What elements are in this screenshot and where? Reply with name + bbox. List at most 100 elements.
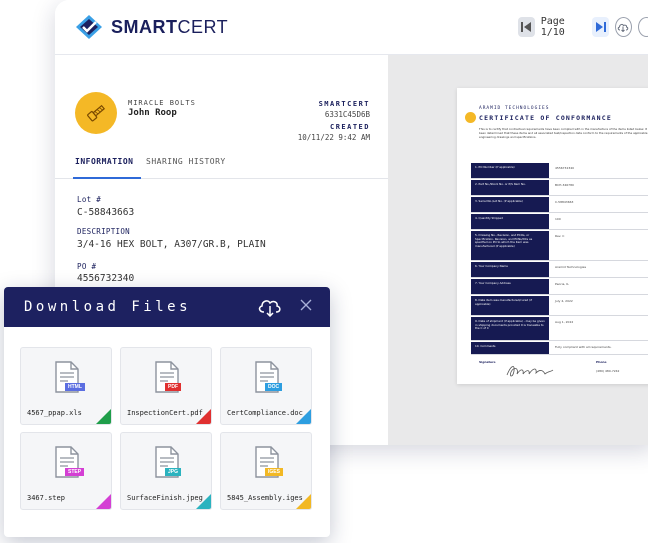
skip-next-icon: [595, 22, 606, 32]
cloud-download-icon: [618, 23, 629, 32]
cert-row-value: BCH-346780: [555, 183, 574, 187]
description-label: DESCRIPTION: [77, 227, 130, 236]
file-card[interactable]: HTML 4567_ppap.xls: [20, 347, 112, 425]
close-icon[interactable]: [299, 298, 313, 312]
download-panel-title: Download Files: [24, 299, 192, 315]
file-type-badge: JPG: [165, 468, 182, 476]
lot-label: Lot #: [77, 195, 102, 204]
po-value: 4556732340: [77, 273, 135, 284]
tab-sharing-history[interactable]: SHARING HISTORY: [146, 157, 226, 166]
cert-row: 6. Your Company Name Aramid Technologies: [471, 262, 648, 278]
file-card[interactable]: IGES 5845_Assembly.iges: [220, 432, 312, 510]
cert-row-value: Peoria, IL: [555, 282, 569, 286]
cert-org: ARAMID TECHNOLOGIES: [479, 106, 550, 111]
cert-row-key: 5. Drawing No., Revision, and ECOs, or S…: [471, 231, 549, 260]
tab-bar: INFORMATION SHARING HISTORY: [55, 157, 388, 179]
created-label: CREATED: [329, 123, 370, 131]
cert-row-value: Aramid Technologies: [555, 265, 587, 269]
cert-row-value: 4556732340: [555, 166, 575, 170]
file-name: 5845_Assembly.iges: [227, 494, 303, 502]
file-type-badge: IGES: [265, 468, 283, 476]
cert-row: 1. PO Number (if applicable) 4556732340: [471, 163, 648, 179]
file-name: SurfaceFinish.jpeg: [127, 494, 203, 502]
cert-row-key: 2. Part No./Stock No. or P/S Item No.: [471, 180, 549, 195]
file-card[interactable]: STEP 3467.step: [20, 432, 112, 510]
po-label: PO #: [77, 262, 97, 271]
phone-value: (480) 480-7242: [596, 369, 620, 373]
cert-row-key: 9. Date of shipment (if applicable) - ma…: [471, 317, 549, 340]
skip-previous-icon: [521, 22, 532, 32]
cert-row-key: 8. Date item was manufactured/cured (if …: [471, 296, 549, 315]
active-tab-indicator: [73, 177, 141, 179]
file-type-badge: HTML: [65, 383, 85, 391]
file-color-corner: [96, 409, 111, 424]
signature-image: [506, 366, 554, 377]
file-color-corner: [296, 409, 311, 424]
cert-row: 9. Date of shipment (if applicable) - ma…: [471, 317, 648, 341]
cert-row-key: 7. Your Company Address: [471, 279, 549, 294]
cert-row: 2. Part No./Stock No. or P/S Item No. BC…: [471, 180, 648, 196]
cert-row-value: C-58843663: [555, 200, 574, 204]
company-name: MIRACLE BOLTS: [128, 99, 196, 107]
cert-intro: This is to certify that contractual requ…: [479, 127, 648, 139]
cert-row: 4. Quantity Shipped 100: [471, 214, 648, 230]
file-color-corner: [296, 494, 311, 509]
file-color-corner: [196, 494, 211, 509]
cert-row-value: Rev. C: [555, 234, 565, 238]
smartcert-logo[interactable]: SMARTCERT: [75, 14, 228, 40]
file-type-badge: PDF: [165, 383, 181, 391]
cert-id-block: SMARTCERT 6331C45D6B: [319, 100, 370, 119]
page-indicator: Page 1/10: [540, 16, 565, 38]
description-value: 3/4-16 HEX BOLT, A307/GR.B, PLAIN: [77, 239, 266, 250]
viewer-controls: Page 1/10: [518, 16, 648, 38]
cert-row-value: 100: [555, 217, 561, 221]
cert-row: 8. Date item was manufactured/cured (if …: [471, 296, 648, 316]
certificate-document[interactable]: ARAMID TECHNOLOGIES CERTIFICATE OF CONFO…: [457, 88, 648, 384]
company-avatar: [75, 92, 117, 134]
cert-row-value: July 4, 2022: [555, 299, 573, 303]
smartcert-logo-icon: [76, 15, 102, 39]
signature-label: Signature: [479, 360, 496, 364]
cloud-download-icon[interactable]: [257, 297, 283, 317]
created-block: CREATED 10/11/22 9:42 AM: [298, 123, 370, 142]
file-card[interactable]: PDF InspectionCert.pdf: [120, 347, 212, 425]
cert-row-value: Aug 1, 2022: [555, 320, 574, 324]
cert-row: 5. Drawing No., Revision, and ECOs, or S…: [471, 231, 648, 261]
download-panel-header: Download Files: [4, 287, 330, 327]
file-type-badge: DOC: [265, 383, 283, 391]
person-name: John Roop: [128, 108, 177, 118]
bolt-icon: [87, 104, 106, 122]
cert-row: 7. Your Company Address Peoria, IL: [471, 279, 648, 295]
file-card[interactable]: JPG SurfaceFinish.jpeg: [120, 432, 212, 510]
tab-information[interactable]: INFORMATION: [75, 157, 133, 166]
next-page-button[interactable]: [592, 17, 609, 37]
top-bar: SMARTCERT Page 1/10: [55, 0, 648, 55]
lot-value: C-58843663: [77, 207, 135, 218]
file-color-corner: [196, 409, 211, 424]
brand-label: SMARTCERT: [318, 100, 370, 108]
created-value: 10/11/22 9:42 AM: [297, 133, 370, 142]
file-name: 3467.step: [27, 494, 65, 502]
cert-id: 6331C45D6B: [324, 110, 370, 119]
file-color-corner: [96, 494, 111, 509]
cert-row: 3. Serial No./Lot No. (if applicable) C-…: [471, 197, 648, 213]
cert-title: CERTIFICATE OF CONFORMANCE: [479, 114, 612, 122]
file-type-badge: STEP: [65, 468, 85, 476]
logo-wordmark: SMARTCERT: [111, 16, 229, 37]
cert-row-key: 1. PO Number (if applicable): [471, 163, 549, 178]
cert-row-key: 4. Quantity Shipped: [471, 214, 549, 229]
cert-row-key: 3. Serial No./Lot No. (if applicable): [471, 197, 549, 212]
file-name: CertCompliance.doc: [227, 409, 303, 417]
file-card[interactable]: DOC CertCompliance.doc: [220, 347, 312, 425]
file-name: InspectionCert.pdf: [127, 409, 203, 417]
cert-row: 10. Comments Fully compliant with all re…: [471, 342, 648, 355]
prev-page-button[interactable]: [518, 17, 535, 37]
certificate-seal-icon: [465, 112, 476, 123]
download-button[interactable]: [614, 17, 632, 37]
phone-label: Phone: [596, 360, 607, 364]
cert-row-key: 10. Comments: [471, 342, 549, 354]
cert-row-key: 6. Your Company Name: [471, 262, 549, 277]
more-options-button[interactable]: [637, 17, 648, 37]
file-name: 4567_ppap.xls: [27, 409, 82, 417]
cert-row-value: Fully compliant with all requirements.: [555, 345, 612, 349]
